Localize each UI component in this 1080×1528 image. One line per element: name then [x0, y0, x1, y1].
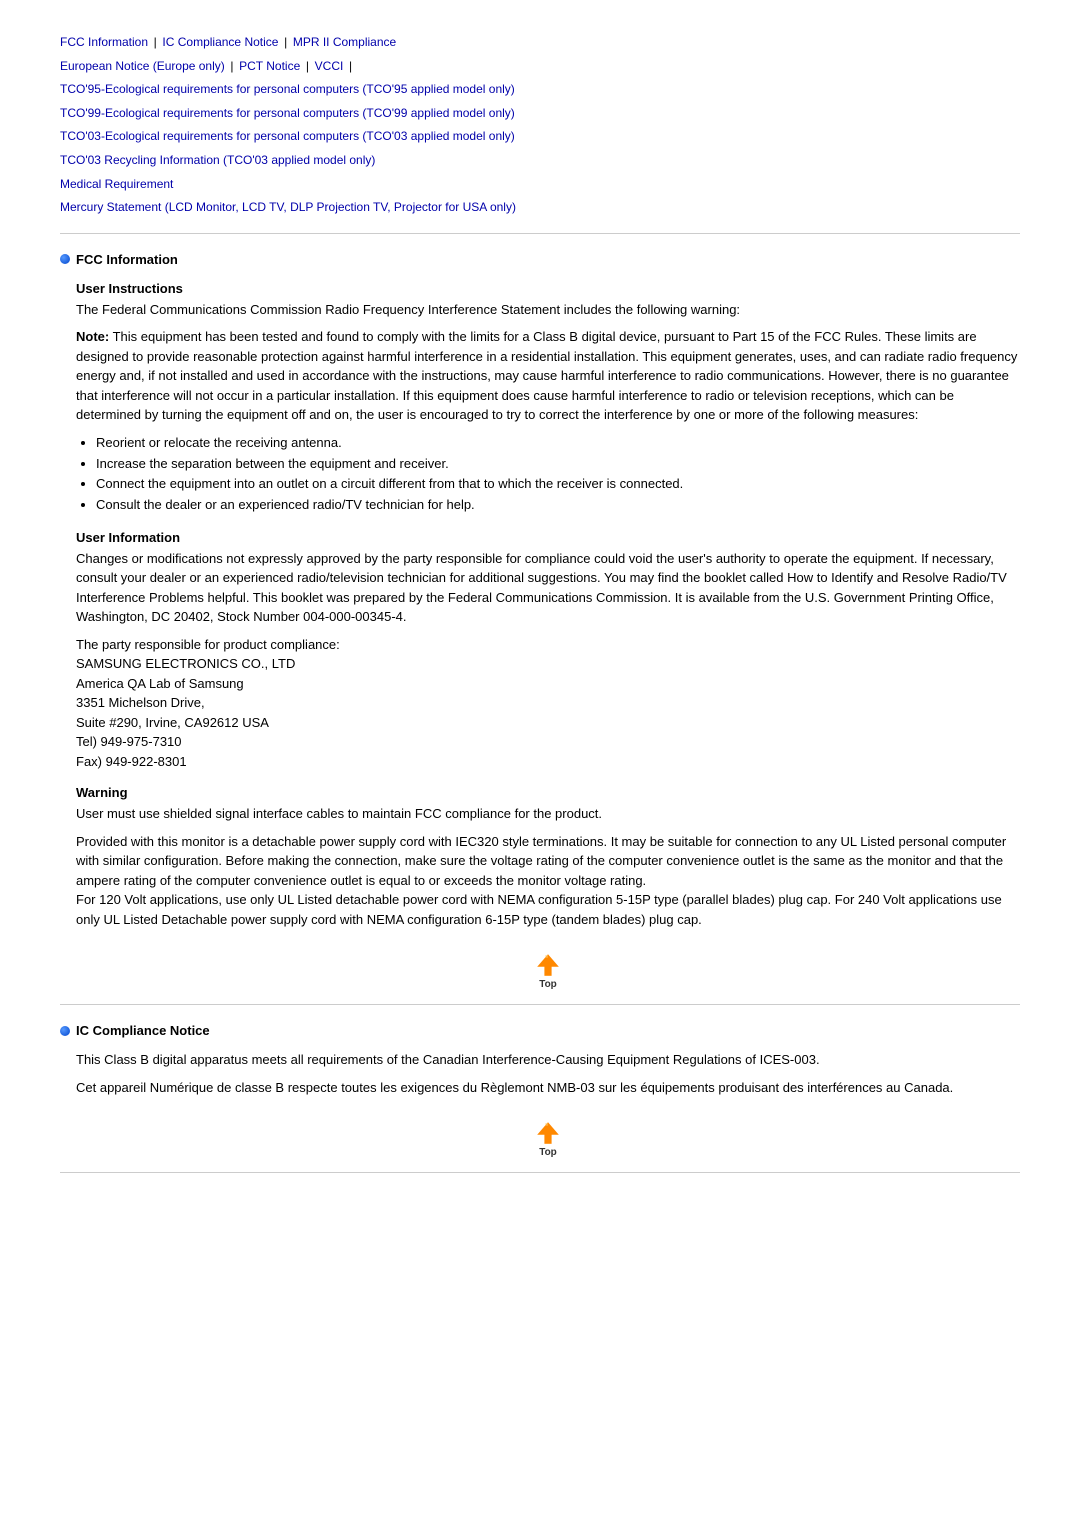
fcc-bullets: Reorient or relocate the receiving anten…	[96, 433, 1020, 516]
ic-section-header: IC Compliance Notice	[60, 1023, 1020, 1038]
user-instructions-intro: The Federal Communications Commission Ra…	[76, 300, 1020, 320]
top-arrow-icon	[530, 947, 566, 983]
nav-link-ic[interactable]: IC Compliance Notice	[162, 35, 278, 49]
nav-link-pct[interactable]: PCT Notice	[239, 59, 300, 73]
note-bold: Note:	[76, 329, 109, 344]
nav-link-tco03r[interactable]: TCO'03 Recycling Information (TCO'03 app…	[60, 153, 375, 167]
bullet-2: Increase the separation between the equi…	[96, 454, 1020, 475]
nav-link-medical[interactable]: Medical Requirement	[60, 177, 173, 191]
user-information-p2: The party responsible for product compli…	[76, 635, 1020, 772]
fcc-content: User Instructions The Federal Communicat…	[76, 281, 1020, 991]
top-arrow-icon-2	[530, 1115, 566, 1151]
divider-bottom	[60, 1172, 1020, 1173]
warning-p2: Provided with this monitor is a detachab…	[76, 832, 1020, 930]
nav-link-mpr[interactable]: MPR II Compliance	[293, 35, 396, 49]
warning-title: Warning	[76, 785, 1020, 800]
ic-content: This Class B digital apparatus meets all…	[76, 1050, 1020, 1158]
ic-p2: Cet appareil Numérique de classe B respe…	[76, 1078, 1020, 1098]
ic-section: IC Compliance Notice This Class B digita…	[60, 1023, 1020, 1158]
divider-top	[60, 233, 1020, 234]
ic-dot-icon	[60, 1026, 70, 1036]
nav-link-eu[interactable]: European Notice (Europe only)	[60, 59, 225, 73]
bullet-3: Connect the equipment into an outlet on …	[96, 474, 1020, 495]
user-instructions-title: User Instructions	[76, 281, 1020, 296]
fcc-note: Note: This equipment has been tested and…	[76, 327, 1020, 425]
user-information-title: User Information	[76, 530, 1020, 545]
nav-link-fcc[interactable]: FCC Information	[60, 35, 148, 49]
navigation-links: FCC Information | IC Compliance Notice |…	[60, 30, 1020, 219]
fcc-top-button[interactable]: Top	[76, 947, 1020, 990]
top-button-label-2: Top	[539, 1147, 557, 1158]
nav-link-vcci[interactable]: VCCI	[315, 59, 344, 73]
user-information-p1: Changes or modifications not expressly a…	[76, 549, 1020, 627]
user-instructions-block: User Instructions The Federal Communicat…	[76, 281, 1020, 516]
nav-link-tco95[interactable]: TCO'95-Ecological requirements for perso…	[60, 82, 515, 96]
user-information-block: User Information Changes or modification…	[76, 530, 1020, 772]
bullet-4: Consult the dealer or an experienced rad…	[96, 495, 1020, 516]
nav-link-tco99[interactable]: TCO'99-Ecological requirements for perso…	[60, 106, 515, 120]
warning-block: Warning User must use shielded signal in…	[76, 785, 1020, 929]
fcc-section-header: FCC Information	[60, 252, 1020, 267]
ic-p1: This Class B digital apparatus meets all…	[76, 1050, 1020, 1070]
divider-fcc-ic	[60, 1004, 1020, 1005]
ic-top-button[interactable]: Top	[76, 1115, 1020, 1158]
warning-p1: User must use shielded signal interface …	[76, 804, 1020, 824]
bullet-1: Reorient or relocate the receiving anten…	[96, 433, 1020, 454]
note-text: This equipment has been tested and found…	[76, 329, 1017, 422]
top-button-label: Top	[539, 979, 557, 990]
nav-link-tco03[interactable]: TCO'03-Ecological requirements for perso…	[60, 129, 515, 143]
ic-section-title: IC Compliance Notice	[76, 1023, 210, 1038]
fcc-dot-icon	[60, 254, 70, 264]
nav-link-mercury[interactable]: Mercury Statement (LCD Monitor, LCD TV, …	[60, 200, 516, 214]
fcc-section: FCC Information User Instructions The Fe…	[60, 252, 1020, 991]
fcc-section-title: FCC Information	[76, 252, 178, 267]
